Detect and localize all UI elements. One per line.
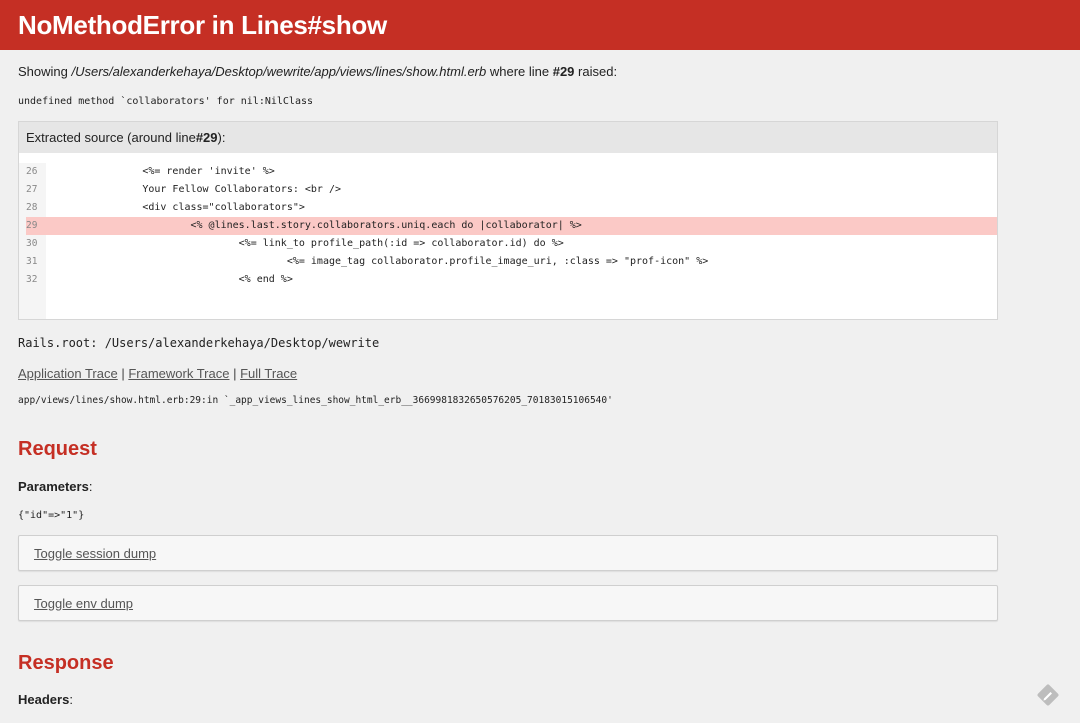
code-line: <%= render 'invite' %> bbox=[46, 166, 275, 177]
showing-line: Showing /Users/alexanderkehaya/Desktop/w… bbox=[18, 64, 1062, 79]
code-line: <%= link_to profile_path(:id => collabor… bbox=[46, 238, 564, 249]
line-number: 30 bbox=[26, 238, 38, 249]
trace-line: app/views/lines/show.html.erb:29:in `_ap… bbox=[18, 395, 613, 406]
main-content: Showing /Users/alexanderkehaya/Desktop/w… bbox=[0, 64, 1080, 707]
parameters-value: {"id"=>"1"} bbox=[18, 510, 85, 521]
source-title-prefix: Extracted source (around line bbox=[26, 130, 196, 145]
headers-colon: : bbox=[69, 692, 73, 707]
code-lines: <%= render 'invite' %> Your Fellow Colla… bbox=[46, 163, 997, 319]
full-trace-link[interactable]: Full Trace bbox=[240, 366, 297, 381]
framework-trace-link[interactable]: Framework Trace bbox=[128, 366, 229, 381]
code-line: Your Fellow Collaborators: <br /> bbox=[46, 184, 342, 195]
error-header: NoMethodError in Lines#show bbox=[0, 0, 1080, 50]
source-code: 26 27 28 29 30 31 32 <%= render 'invite' %> Yo… bbox=[19, 153, 997, 319]
request-heading: Request bbox=[18, 438, 97, 460]
source-title: Extracted source (around line #29): bbox=[19, 122, 997, 153]
showing-prefix: Showing bbox=[18, 64, 72, 79]
parameters-label: Parameters: bbox=[18, 479, 1062, 494]
toggle-env-dump-link[interactable]: Toggle env dump bbox=[34, 596, 133, 611]
line-number: 27 bbox=[26, 184, 38, 195]
showing-suffix: raised: bbox=[574, 64, 618, 79]
code-line: <% end %> bbox=[46, 274, 293, 285]
showing-line-number: #29 bbox=[552, 64, 575, 79]
trace-separator: | bbox=[229, 366, 241, 381]
parameters-label-text: Parameters bbox=[18, 479, 89, 494]
rails-root: Rails.root: /Users/alexanderkehaya/Deskt… bbox=[18, 336, 380, 350]
line-number: 26 bbox=[26, 166, 38, 177]
line-number: 28 bbox=[26, 202, 38, 213]
extracted-source: Extracted source (around line #29): 26 27… bbox=[18, 121, 998, 320]
template-path: /Users/alexanderkehaya/Desktop/wewrite/a… bbox=[71, 64, 487, 79]
source-title-suffix: ): bbox=[217, 130, 226, 145]
application-trace-link[interactable]: Application Trace bbox=[18, 366, 118, 381]
source-title-line: #29 bbox=[195, 130, 218, 145]
line-numbers: 26 27 28 29 30 31 32 bbox=[19, 163, 46, 319]
line-number: 31 bbox=[26, 256, 38, 267]
response-heading: Response bbox=[18, 652, 114, 674]
headers-label-text: Headers bbox=[18, 692, 70, 707]
trace-separator: | bbox=[117, 366, 129, 381]
line-number: 32 bbox=[26, 274, 38, 285]
showing-middle: where line bbox=[486, 64, 553, 79]
page-title: NoMethodError in Lines#show bbox=[18, 9, 387, 40]
parameters-colon: : bbox=[88, 479, 93, 494]
toggle-session-dump-link[interactable]: Toggle session dump bbox=[34, 546, 156, 561]
line-number: 29 bbox=[26, 217, 46, 235]
code-line: <%= image_tag collaborator.profile_image… bbox=[46, 256, 709, 267]
pencil-badge-icon[interactable] bbox=[1036, 683, 1060, 707]
headers-label: Headers: bbox=[18, 692, 1062, 707]
trace-links: Application Trace | Framework Trace | Fu… bbox=[18, 366, 1062, 381]
error-message: undefined method `collaborators' for nil… bbox=[18, 96, 314, 107]
env-dump-box: Toggle env dump bbox=[18, 585, 998, 621]
session-dump-box: Toggle session dump bbox=[18, 535, 998, 571]
code-line: <div class="collaborators"> bbox=[46, 202, 305, 213]
code-line-highlighted: <% @lines.last.story.collaborators.uniq.… bbox=[46, 217, 997, 235]
